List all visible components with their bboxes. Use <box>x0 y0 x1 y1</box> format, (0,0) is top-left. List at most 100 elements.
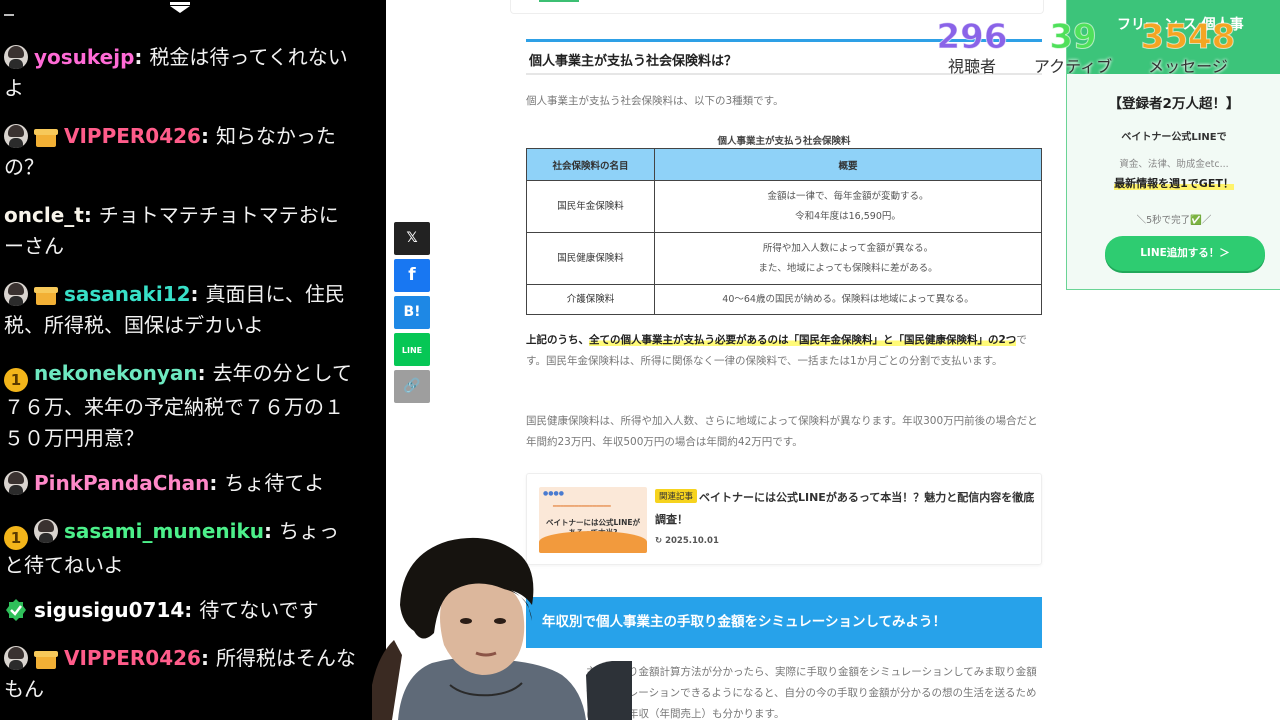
table-cell-name: 国民年金保険料 <box>526 180 655 233</box>
related-date: ↻ 2025.10.01 <box>655 536 719 546</box>
table-header: 社会保険料の名目 <box>526 148 655 181</box>
user-avatar-icon <box>4 124 28 148</box>
table-header: 概要 <box>654 148 1042 181</box>
thumbnail-decoration: ━━━━━━━━━━━━━━━━ <box>553 503 611 510</box>
chat-message: VIPPER0426: 所得税はそんなもん <box>4 643 356 705</box>
gift-badge-icon <box>34 648 58 670</box>
link-icon: 🔗 <box>403 378 421 394</box>
stat-value: 3548 <box>1140 17 1236 57</box>
webcam-overlay <box>372 537 632 720</box>
chat-username[interactable]: nekonekonyan <box>34 361 198 385</box>
chat-username[interactable]: sasami_muneniku <box>64 519 264 543</box>
banner-topics: 資金、法律、助成金etc... <box>1119 159 1229 170</box>
chat-separator: : <box>200 646 216 670</box>
user-avatar-icon <box>4 471 28 495</box>
chat-username[interactable]: yosukejp <box>34 45 134 69</box>
user-avatar-icon <box>34 519 58 543</box>
chat-username[interactable]: sigusigu0714 <box>34 598 184 622</box>
chat-separator: : <box>197 361 213 385</box>
table-row: 国民健康保険料 所得や加入人数によって金額が異なる。 また、地域によっても保険料… <box>526 232 1042 285</box>
highlight-text: 全ての個人事業主が支払う必要があるのは「国民年金保険料」と「国民健康保険料」の2… <box>589 334 1017 346</box>
banner-done: ＼5秒で完了✅／ <box>1136 215 1212 226</box>
user-avatar-icon <box>4 45 28 69</box>
line-icon: LINE <box>401 346 423 355</box>
user-avatar-icon <box>4 282 28 306</box>
chat-username[interactable]: PinkPandaChan <box>34 471 209 495</box>
chat-message: yosukejp: 税金は待ってくれないよ <box>4 42 356 104</box>
chat-message: PinkPandaChan: ちょ待てよ <box>4 468 356 499</box>
banner-registered: 【登録者2万人超！】 <box>1108 96 1240 112</box>
chat-message: oncle_t: チョトマテチョトマテおにーさん <box>4 200 356 262</box>
facebook-icon: f <box>408 265 416 285</box>
cell-line: 所得や加入人数によって金額が異なる。 <box>762 242 934 254</box>
table-cell-summary: 金額は一律で、毎年金額が変動する。 令和4年度は16,590円。 <box>654 180 1042 233</box>
paragraph-simulation: 主の手取り金額計算方法が分かったら、実際に手取り金額をシミュレーションしてみま取… <box>586 666 1037 720</box>
chat-separator: : <box>190 282 206 306</box>
x-share-button[interactable]: 𝕏 <box>394 222 430 255</box>
stat-viewers: 296 視聴者 <box>930 18 1014 78</box>
link-share-button[interactable]: 🔗 <box>394 370 430 403</box>
gift-badge-icon <box>34 284 58 306</box>
chat-message: 1 sasami_muneniku: ちょっと待てねいよ <box>4 516 356 581</box>
hatena-icon: B! <box>403 304 421 320</box>
verified-badge-icon <box>4 598 28 622</box>
chat-username[interactable]: VIPPER0426 <box>64 646 201 670</box>
table-cell-name: 介護保険料 <box>526 284 655 315</box>
stat-active: 39 アクティブ <box>1024 18 1122 78</box>
stat-messages: 3548 メッセージ <box>1134 18 1242 78</box>
cell-line: 40～64歳の国民が納める。保険料は地域によって異なる。 <box>722 293 974 305</box>
insurance-table: 社会保険料の名目 概要 国民年金保険料 金額は一律で、毎年金額が変動する。 令和… <box>526 148 1042 315</box>
h3-text: 個人事業主が支払う社会保険料は？ <box>529 54 738 69</box>
chat-separator: : <box>264 519 279 543</box>
refresh-icon: ↻ <box>655 536 666 546</box>
related-title[interactable]: ベイトナーには公式LINEがあるって本当！？魅力と配信内容を徹底調査！ <box>655 487 1035 531</box>
divider <box>4 14 14 16</box>
user-avatar-icon <box>4 646 28 670</box>
gift-badge-icon <box>34 126 58 148</box>
chat-message: 1 nekonekonyan: 去年の分として７６万、来年の予定納税で７６万の１５… <box>4 358 356 454</box>
chat-username[interactable]: VIPPER0426 <box>64 124 201 148</box>
thumbnail-logo: ●●●● <box>543 490 564 497</box>
hatena-share-button[interactable]: B! <box>394 296 430 329</box>
chat-message: sigusigu0714: 待てないです <box>4 595 356 626</box>
chat-separator: : <box>83 203 99 227</box>
line-share-button[interactable]: LINE <box>394 333 430 366</box>
scroll-arrow-icon[interactable] <box>160 0 200 14</box>
date-text: 2025.10.01 <box>665 536 719 546</box>
facebook-share-button[interactable]: f <box>394 259 430 292</box>
weekly-text: 最新情報を週1でGET！ <box>1114 177 1234 190</box>
related-tag: 関連記事 <box>655 489 698 503</box>
coin-badge-icon: 1 <box>4 526 28 550</box>
chat-panel: yosukejp: 税金は待ってくれないよ VIPPER0426: 知らなかったの… <box>0 0 386 720</box>
stat-label: メッセージ <box>1148 57 1228 76</box>
table-cell-summary: 所得や加入人数によって金額が異なる。 また、地域によっても保険料に差がある。 <box>654 232 1042 285</box>
stat-value: 39 <box>1049 17 1097 57</box>
chat-message: VIPPER0426: 知らなかったの？ <box>4 121 356 183</box>
stat-label: 視聴者 <box>947 57 996 76</box>
cell-line: また、地域によっても保険料に差がある。 <box>758 262 938 274</box>
table-cell-name: 国民健康保険料 <box>526 232 655 285</box>
cell-line: 金額は一律で、毎年金額が変動する。 <box>767 190 929 202</box>
intro-paragraph: 個人事業主が支払う社会保険料は、以下の3種類です。 <box>526 95 784 107</box>
chat-username[interactable]: oncle_t <box>4 203 84 227</box>
stat-value: 296 <box>936 17 1008 57</box>
table-row: 国民年金保険料 金額は一律で、毎年金額が変動する。 令和4年度は16,590円。 <box>526 180 1042 233</box>
chat-separator: : <box>209 471 225 495</box>
previous-box <box>510 0 1044 14</box>
chat-message: sasanaki12: 真面目に、住民税、所得税、国保はデカいよ <box>4 279 356 341</box>
chat-separator: : <box>184 598 200 622</box>
chat-username[interactable]: sasanaki12 <box>64 282 191 306</box>
chat-text: ちょ待てよ <box>224 471 325 495</box>
table-cell-summary: 40～64歳の国民が納める。保険料は地域によって異なる。 <box>654 284 1042 315</box>
coin-badge-icon: 1 <box>4 368 28 392</box>
line-add-button[interactable]: LINE追加する！＞ <box>1105 236 1265 271</box>
table-caption: 個人事業主が支払う社会保険料 <box>717 136 851 147</box>
table-row: 介護保険料 40～64歳の国民が納める。保険料は地域によって異なる。 <box>526 284 1042 315</box>
chat-separator: : <box>200 124 216 148</box>
chat-text: 待てないです <box>199 598 319 622</box>
paragraph-health-insurance: 国民健康保険料は、所得や加入人数、さらに地域によって保険料が異なります。年収30… <box>526 415 1038 448</box>
stat-label: アクティブ <box>1033 57 1113 76</box>
x-icon: 𝕏 <box>406 230 418 246</box>
paragraph-summary: 上記のうち、全ての個人事業主が支払う必要があるのは「国民年金保険料」と「国民健康… <box>526 330 1044 372</box>
para-text: 上記のうち、 <box>526 334 589 346</box>
